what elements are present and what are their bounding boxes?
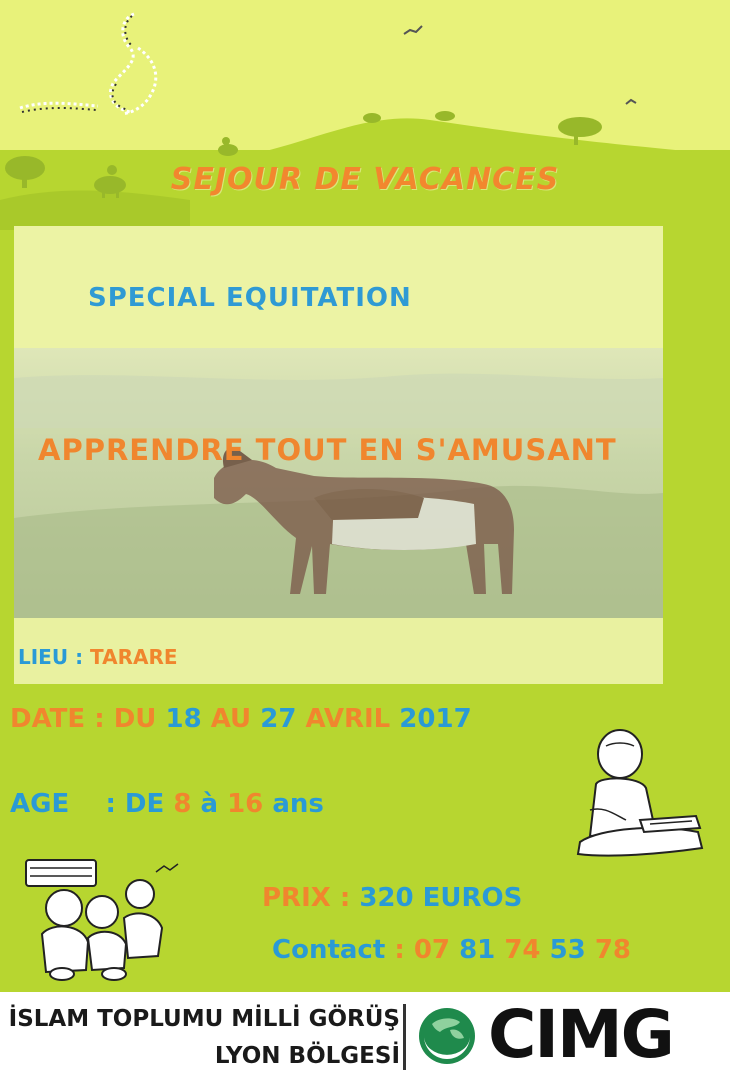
contact-separator: :: [394, 935, 405, 965]
location-line: LIEU : TARARE: [18, 645, 178, 669]
date-end-day: 27: [260, 704, 297, 734]
phone-part-2: 81: [459, 935, 496, 965]
age-de: DE: [124, 789, 165, 819]
contact-label: Contact: [272, 935, 386, 965]
date-du: DU: [113, 704, 157, 734]
phone-part-4: 53: [549, 935, 586, 965]
date-separator: :: [94, 704, 105, 734]
date-start-day: 18: [165, 704, 202, 734]
tagline-heading: APPRENDRE TOUT EN S'AMUSANT: [38, 433, 617, 467]
poster: SEJOUR DE VACANCES SPECIAL EQUITATION AP…: [0, 0, 730, 1081]
age-min: 8: [173, 789, 192, 819]
horse-image: [14, 373, 663, 618]
price-separator: :: [339, 883, 351, 913]
vacation-title: SEJOUR DE VACANCES: [170, 162, 560, 197]
date-label: DATE: [10, 704, 86, 734]
date-line: DATE : DU 18 AU 27 AVRIL 2017: [10, 704, 472, 734]
price-label: PRIX: [262, 883, 331, 913]
date-month: AVRIL: [305, 704, 391, 734]
age-unit: ans: [272, 789, 324, 819]
phone-part-1: 07: [413, 935, 450, 965]
ghost-sketch-illustration: [19, 12, 158, 116]
phone-part-3: 74: [504, 935, 541, 965]
organization-name: İSLAM TOPLUMU MİLLİ GÖRÜŞ: [8, 1006, 400, 1032]
cimg-logo-text: CIMG: [488, 996, 675, 1073]
special-equitation-heading: SPECIAL EQUITATION: [88, 283, 412, 313]
location-label: LIEU: [18, 645, 69, 669]
location-separator: :: [75, 645, 84, 669]
price-line: PRIX : 320 EUROS: [262, 883, 522, 913]
date-year: 2017: [399, 704, 472, 734]
reading-child-illustration: [576, 729, 704, 857]
organization-region: LYON BÖLGESİ: [214, 1043, 400, 1069]
footer-divider: [403, 1004, 406, 1070]
age-line: AGE : DE 8 à 16 ans: [10, 789, 324, 819]
children-illustration: [25, 859, 179, 981]
age-label: AGE: [10, 789, 70, 819]
age-max: 16: [227, 789, 264, 819]
phone-part-5: 78: [594, 935, 631, 965]
cimg-globe-logo-icon: [416, 1004, 478, 1068]
date-au: AU: [210, 704, 252, 734]
price-value: 320 EUROS: [359, 883, 523, 913]
age-a: à: [200, 789, 219, 819]
location-value: TARARE: [90, 645, 178, 669]
age-separator: :: [105, 789, 116, 819]
contact-line: Contact : 07 81 74 53 78: [272, 935, 631, 965]
horse-photo: [14, 348, 663, 618]
